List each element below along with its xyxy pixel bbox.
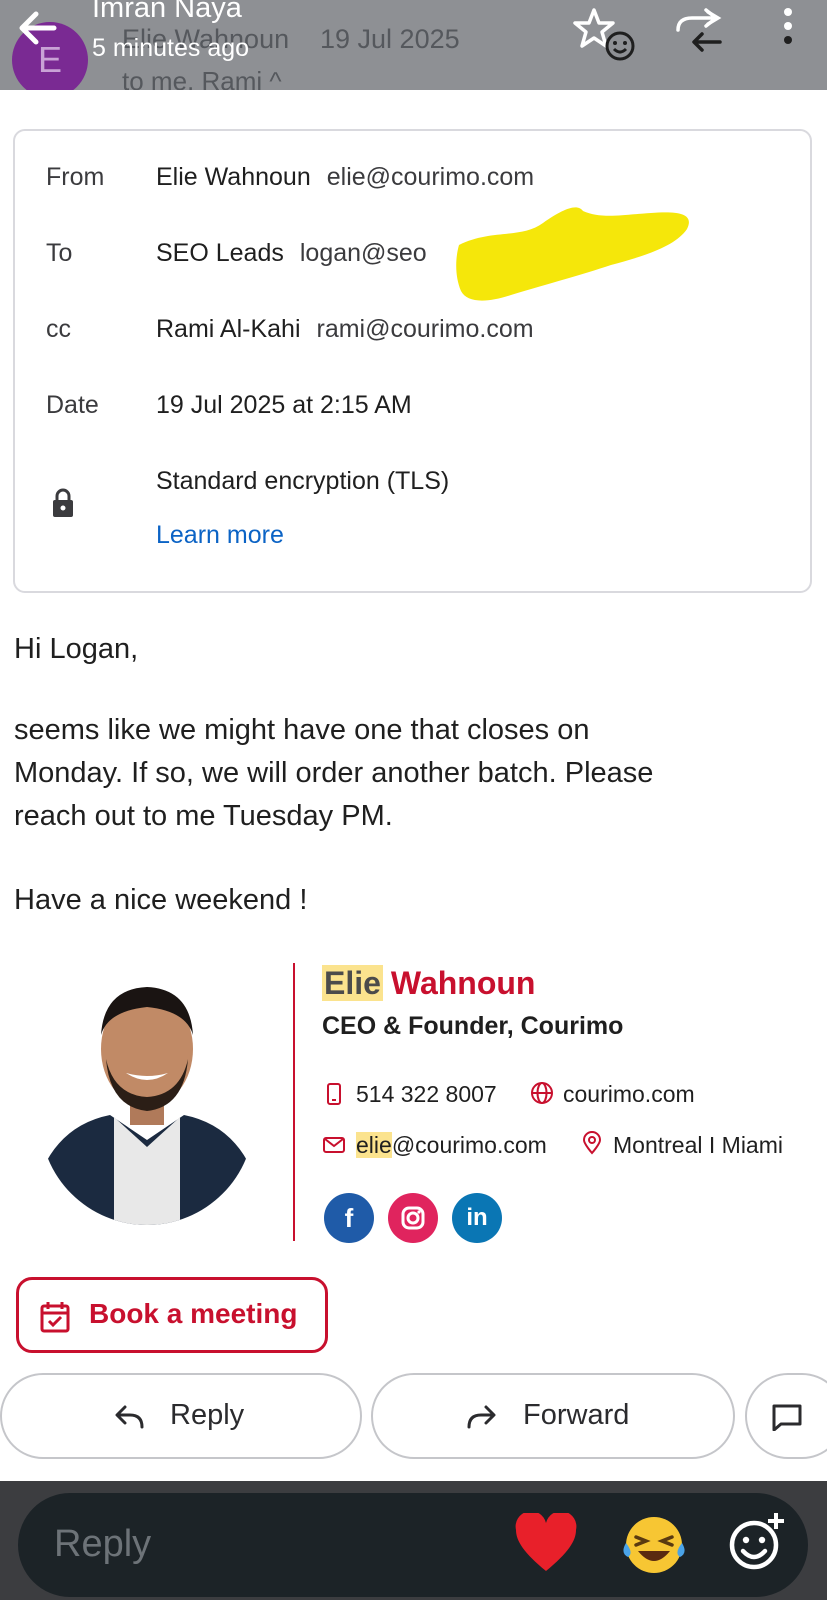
cc-label: cc bbox=[46, 315, 71, 343]
signature-phone[interactable]: 514 322 8007 bbox=[356, 1081, 497, 1108]
reply-button[interactable]: Reply bbox=[0, 1373, 362, 1459]
location-pin-icon bbox=[582, 1131, 602, 1155]
top-header: E Elie Wahnoun 19 Jul 2025 to me, Rami ^… bbox=[0, 0, 827, 90]
message-greeting: Hi Logan, bbox=[14, 633, 139, 665]
header-date: 19 Jul 2025 bbox=[320, 24, 460, 54]
signature-email-user: elie bbox=[356, 1132, 392, 1158]
message-line-3: reach out to me Tuesday PM. bbox=[14, 800, 393, 832]
smiley-icon[interactable] bbox=[604, 30, 636, 62]
signature-email-domain: @courimo.com bbox=[391, 1132, 547, 1158]
signature-last-name: Wahnoun bbox=[390, 965, 536, 1001]
phone-icon bbox=[327, 1083, 341, 1105]
to-name: SEO Leads bbox=[156, 239, 284, 267]
notification-sender: Imran Naya bbox=[92, 0, 242, 24]
quick-reply-bar: Reply bbox=[0, 1481, 827, 1600]
redaction-scribble bbox=[456, 207, 689, 301]
signature-title: CEO & Founder, Courimo bbox=[322, 1012, 624, 1040]
book-meeting-button[interactable]: Book a meeting bbox=[16, 1277, 328, 1353]
signature-website[interactable]: courimo.com bbox=[563, 1081, 695, 1108]
linkedin-icon[interactable]: in bbox=[452, 1193, 502, 1243]
globe-icon bbox=[531, 1082, 553, 1104]
cc-value: Rami Al-Kahi rami@courimo.com bbox=[156, 315, 534, 344]
to-label: To bbox=[46, 239, 73, 267]
message-line-1: seems like we might have one that closes… bbox=[14, 714, 590, 746]
mail-icon bbox=[323, 1137, 345, 1153]
reply-icon bbox=[115, 1405, 144, 1429]
signature-email[interactable]: elie@courimo.com bbox=[356, 1132, 547, 1159]
cc-name: Rami Al-Kahi bbox=[156, 315, 301, 343]
back-arrow-icon[interactable] bbox=[14, 6, 64, 50]
add-emoji-icon[interactable] bbox=[728, 1509, 788, 1573]
from-label: From bbox=[46, 163, 105, 191]
react-button[interactable] bbox=[745, 1373, 827, 1459]
laughing-tears-icon[interactable] bbox=[622, 1513, 686, 1577]
reply-input-placeholder[interactable]: Reply bbox=[54, 1523, 151, 1566]
facebook-icon[interactable]: f bbox=[324, 1193, 374, 1243]
reply-forward-icon[interactable] bbox=[674, 6, 726, 54]
heart-icon[interactable] bbox=[514, 1513, 578, 1575]
reply-input-pill[interactable]: Reply bbox=[18, 1493, 808, 1597]
date-value: 19 Jul 2025 at 2:15 AM bbox=[156, 391, 412, 419]
learn-more-link[interactable]: Learn more bbox=[156, 521, 284, 550]
signature-name: Elie Wahnoun bbox=[322, 965, 535, 1002]
lock-icon bbox=[53, 488, 73, 517]
signature-location: Montreal I Miami bbox=[613, 1132, 783, 1158]
forward-label: Forward bbox=[523, 1399, 630, 1431]
from-email[interactable]: elie@courimo.com bbox=[327, 163, 534, 191]
encryption-text: Standard encryption (TLS) bbox=[156, 467, 450, 495]
message-closing: Have a nice weekend ! bbox=[14, 884, 308, 916]
signature-first-name: Elie bbox=[322, 965, 383, 1001]
date-label: Date bbox=[46, 391, 99, 419]
to-email[interactable]: logan@seo bbox=[300, 239, 427, 267]
recipients-toggle[interactable]: to me, Rami ^ bbox=[122, 66, 282, 90]
forward-icon bbox=[467, 1405, 496, 1429]
instagram-icon[interactable] bbox=[388, 1193, 438, 1243]
signature-divider bbox=[293, 963, 295, 1241]
calendar-check-icon bbox=[40, 1302, 70, 1333]
notification-time: 5 minutes ago bbox=[92, 34, 250, 62]
book-meeting-label: Book a meeting bbox=[89, 1298, 298, 1329]
from-name: Elie Wahnoun bbox=[156, 163, 311, 191]
signature-photo bbox=[40, 975, 254, 1225]
forward-button[interactable]: Forward bbox=[371, 1373, 735, 1459]
from-value: Elie Wahnoun elie@courimo.com bbox=[156, 163, 534, 192]
instagram-glyph bbox=[401, 1206, 425, 1230]
more-vert-icon[interactable] bbox=[778, 6, 798, 50]
message-line-2: Monday. If so, we will order another bat… bbox=[14, 757, 654, 789]
reply-label: Reply bbox=[170, 1399, 245, 1431]
cc-email[interactable]: rami@courimo.com bbox=[317, 315, 534, 343]
message-details-card: From Elie Wahnoun elie@courimo.com To SEO… bbox=[13, 129, 812, 593]
to-value: SEO Leads logan@seo bbox=[156, 239, 427, 268]
chat-bubble-icon bbox=[772, 1404, 802, 1431]
